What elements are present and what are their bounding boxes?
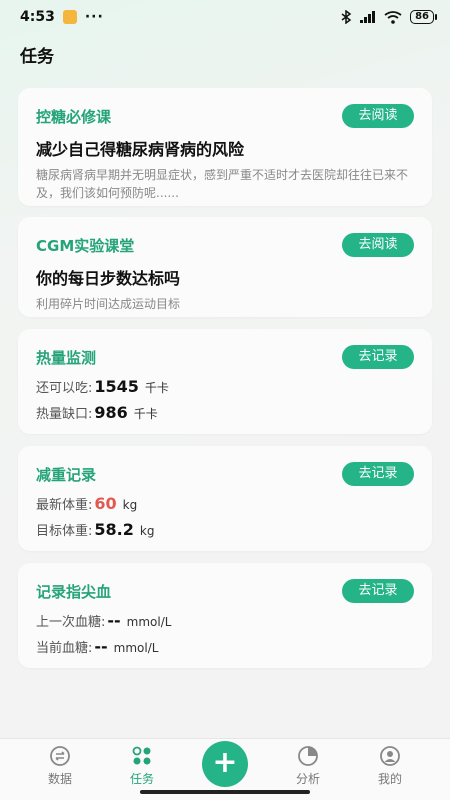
tab-label: 分析 (295, 772, 320, 786)
calorie-monitor-card: 热量监测 去记录 还可以吃: 1545 千卡 热量缺口: 986 千卡 (18, 329, 432, 434)
read-button[interactable]: 去阅读 (342, 104, 414, 128)
record-button[interactable]: 去记录 (342, 462, 414, 486)
wifi-icon (384, 10, 402, 24)
calorie-deficit-label: 热量缺口: (36, 407, 93, 422)
article-headline: 你的每日步数达标吗 (36, 269, 181, 288)
target-weight-unit: kg (139, 524, 155, 538)
weight-record-card: 减重记录 去记录 最新体重: 60 kg 目标体重: 58.2 kg (18, 446, 432, 551)
profile-icon (380, 746, 400, 766)
calories-remaining-unit: 千卡 (144, 381, 169, 395)
latest-weight-row: 最新体重: 60 kg (36, 494, 414, 518)
bluetooth-icon (341, 10, 352, 24)
tab-tasks[interactable]: 任务 (112, 745, 172, 787)
card-title: 控糖必修课 (36, 107, 112, 126)
add-button[interactable]: + (202, 741, 248, 787)
read-button[interactable]: 去阅读 (342, 233, 414, 257)
current-glucose-label: 当前血糖: (36, 641, 93, 656)
card-title: 记录指尖血 (36, 582, 112, 601)
tab-label: 数据 (47, 772, 72, 786)
record-button[interactable]: 去记录 (342, 345, 414, 369)
record-button[interactable]: 去记录 (342, 579, 414, 603)
course-card-diabetes-kidney[interactable]: 控糖必修课 去阅读 减少自己得糖尿病肾病的风险 糖尿病肾病早期并无明显症状，感到… (18, 88, 432, 206)
article-headline: 减少自己得糖尿病肾病的风险 (36, 140, 245, 159)
tab-mine[interactable]: 我的 (360, 745, 420, 787)
latest-weight-value: 60 (94, 494, 117, 513)
tab-data[interactable]: 数据 (30, 745, 90, 787)
current-glucose-row: 当前血糖: -- mmol/L (36, 637, 414, 661)
tab-analysis[interactable]: 分析 (278, 745, 338, 787)
calorie-deficit-unit: 千卡 (133, 407, 158, 421)
current-glucose-value: -- (94, 637, 108, 656)
article-summary: 糖尿病肾病早期并无明显症状，感到严重不适时才去医院却往往已来不及，我们该如何预防… (36, 168, 409, 200)
data-icon (50, 746, 70, 766)
calorie-deficit-value: 986 (94, 403, 128, 422)
latest-weight-label: 最新体重: (36, 498, 93, 513)
battery-icon: 86 (410, 10, 437, 24)
target-weight-row: 目标体重: 58.2 kg (36, 520, 414, 544)
analysis-pie-icon (298, 746, 318, 766)
calories-remaining-value: 1545 (94, 377, 139, 396)
status-time: 4:53 (20, 9, 55, 25)
page-title: 任务 (20, 47, 54, 67)
card-title: 减重记录 (36, 465, 97, 484)
target-weight-label: 目标体重: (36, 524, 93, 539)
calorie-deficit-row: 热量缺口: 986 千卡 (36, 403, 414, 427)
calories-remaining-label: 还可以吃: (36, 381, 93, 396)
article-summary: 利用碎片时间达成运动目标 (36, 297, 181, 311)
current-glucose-unit: mmol/L (113, 641, 159, 655)
last-glucose-value: -- (107, 611, 121, 630)
status-bar: 4:53 ··· 86 (0, 0, 450, 34)
calories-remaining-row: 还可以吃: 1545 千卡 (36, 377, 414, 401)
latest-weight-unit: kg (122, 498, 138, 512)
notification-app-icon (62, 10, 77, 24)
last-glucose-row: 上一次血糖: -- mmol/L (36, 611, 414, 635)
target-weight-value: 58.2 (94, 520, 134, 539)
tab-label: 任务 (129, 772, 154, 786)
last-glucose-label: 上一次血糖: (36, 615, 106, 630)
course-card-cgm[interactable]: CGM实验课堂 去阅读 你的每日步数达标吗 利用碎片时间达成运动目标 (18, 217, 432, 317)
more-notifications-icon: ··· (84, 9, 104, 25)
last-glucose-unit: mmol/L (126, 615, 172, 629)
home-indicator[interactable] (140, 790, 310, 794)
tasks-icon (132, 746, 151, 765)
card-title: 热量监测 (36, 348, 97, 367)
card-title: CGM实验课堂 (36, 236, 135, 255)
tab-label: 我的 (377, 772, 402, 786)
fingertip-glucose-card: 记录指尖血 去记录 上一次血糖: -- mmol/L 当前血糖: -- mmol… (18, 563, 432, 668)
signal-icon (360, 11, 376, 23)
